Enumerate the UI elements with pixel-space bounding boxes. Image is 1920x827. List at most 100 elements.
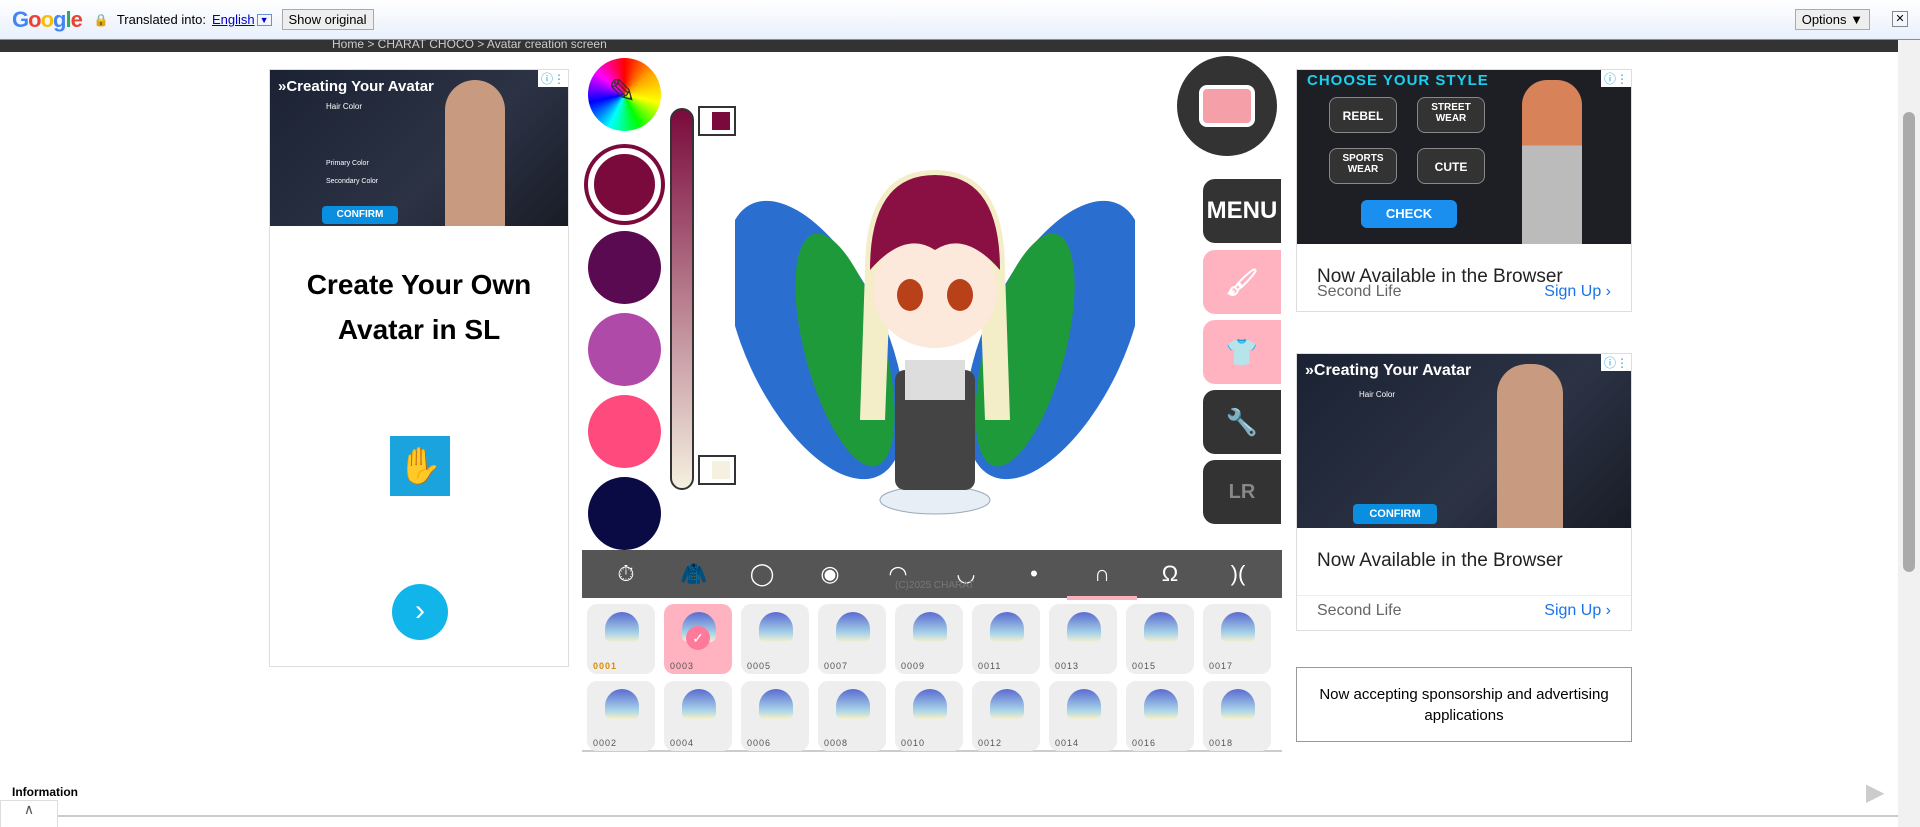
hair-item[interactable]: 0007 (818, 604, 886, 674)
hair-item[interactable]: 0010 (895, 681, 963, 751)
hair-item[interactable]: 0012 (972, 681, 1040, 751)
ad-hair-color: Hair Color (1359, 390, 1396, 399)
hair-item[interactable]: 0016 (1126, 681, 1194, 751)
ad-info-icon[interactable]: ⓘ⋮ (537, 70, 568, 87)
slider-handle-top[interactable] (698, 106, 736, 136)
hair-item[interactable]: 0014 (1049, 681, 1117, 751)
ad-info-icon[interactable]: ⓘ⋮ (1600, 70, 1631, 87)
color-swatch[interactable] (588, 477, 661, 550)
eyedropper-color-wheel-icon[interactable]: ✎ (588, 58, 661, 131)
tab-ears[interactable]: )( (1218, 556, 1258, 592)
tab-face[interactable]: ◯ (742, 556, 782, 592)
ad-primary-color: Primary Color (326, 160, 369, 167)
hair-item[interactable]: 0013 (1049, 604, 1117, 674)
left-ad[interactable]: »Creating Your Avatar Hair Color Primary… (269, 69, 569, 667)
ad-headline: Now Available in the Browser (1297, 528, 1631, 596)
hair-item[interactable]: 0001 (587, 604, 655, 674)
collapse-up-button[interactable]: ∧ (0, 800, 58, 827)
outfit-button[interactable]: 👕 (1203, 320, 1281, 384)
hair-item-id: 0006 (747, 738, 772, 748)
hair-thumbnail (1144, 612, 1178, 642)
style-option[interactable]: REBEL (1329, 97, 1397, 133)
scrollbar[interactable] (1898, 40, 1920, 827)
right-ad-1[interactable]: CHOOSE YOUR STYLE REBEL STREET WEAR SPOR… (1296, 69, 1632, 312)
hair-item-grid: 0001 ✓ 0003 0005 0007 0009 0011 0013 0015 0017 000… (582, 600, 1282, 752)
hair-item[interactable]: 0015 (1126, 604, 1194, 674)
slider-handle-bottom[interactable] (698, 455, 736, 485)
ad-banner[interactable]: »Creating Your Avatar Hair Color CONFIRM… (1297, 354, 1631, 528)
hair-thumbnail (1144, 689, 1178, 719)
ad-confirm-button[interactable]: CONFIRM (322, 206, 398, 224)
ad-banner[interactable]: »Creating Your Avatar Hair Color Primary… (270, 70, 568, 226)
hair-thumbnail (1221, 689, 1255, 719)
hair-item-id: 0018 (1209, 738, 1234, 748)
hair-thumbnail (605, 689, 639, 719)
information-label: Information (12, 785, 78, 799)
hair-item[interactable]: 0006 (741, 681, 809, 751)
lr-icon: LR (1228, 480, 1256, 503)
tab-accessory[interactable]: ⏱ (606, 556, 646, 592)
camera-icon (1199, 85, 1255, 127)
hair-thumbnail (990, 689, 1024, 719)
ad-confirm-button[interactable]: CONFIRM (1353, 504, 1437, 524)
google-logo: Google (12, 6, 83, 32)
lock-icon: 🔒 (93, 12, 109, 27)
tab-nose[interactable]: • (1014, 556, 1054, 592)
tab-back-hair[interactable]: Ω (1150, 556, 1190, 592)
language-dropdown-icon[interactable]: ▼ (256, 13, 272, 26)
hair-item[interactable]: 0018 (1203, 681, 1271, 751)
right-ad-2[interactable]: »Creating Your Avatar Hair Color CONFIRM… (1296, 353, 1632, 631)
tab-hair[interactable]: ∩ (1067, 556, 1137, 600)
hair-item[interactable]: 0017 (1203, 604, 1271, 674)
translated-label: Translated into: (116, 12, 206, 27)
flip-lr-button[interactable]: LR (1203, 460, 1281, 524)
show-original-button[interactable]: Show original (281, 9, 374, 30)
tab-outfit[interactable]: 🧥 (674, 556, 714, 592)
ad-next-button[interactable]: › (392, 584, 448, 640)
hair-item[interactable]: ✓ 0003 (664, 604, 732, 674)
style-option[interactable]: STREET WEAR (1417, 97, 1485, 133)
color-swatch[interactable] (588, 395, 661, 468)
style-option[interactable]: SPORTS WEAR (1329, 148, 1397, 184)
language-link[interactable]: English (212, 12, 255, 27)
hair-item[interactable]: 0005 (741, 604, 809, 674)
tab-eyes[interactable]: ◉ (810, 556, 850, 592)
color-swatch-selected[interactable] (588, 148, 661, 221)
divider (58, 815, 1898, 817)
hair-item[interactable]: 0011 (972, 604, 1040, 674)
color-gradient-slider[interactable] (670, 108, 694, 490)
color-swatch[interactable] (588, 231, 661, 304)
hair-item[interactable]: 0002 (587, 681, 655, 751)
ad-title: CHOOSE YOUR STYLE (1307, 72, 1489, 89)
ad-signup-link[interactable]: Sign Up › (1544, 283, 1611, 301)
options-button[interactable]: Options ▼ (1794, 9, 1870, 30)
hair-item-id: 0003 (670, 661, 695, 671)
avatar-preview (735, 170, 1135, 515)
ad-brand: Second Life (1317, 283, 1402, 300)
ad-signup-link[interactable]: Sign Up › (1544, 602, 1611, 620)
scrollbar-thumb[interactable] (1903, 112, 1915, 572)
menu-button[interactable]: MENU (1203, 179, 1281, 243)
style-option[interactable]: CUTE (1417, 148, 1485, 184)
hair-thumbnail (682, 689, 716, 719)
ad-banner-title: »Creating Your Avatar (278, 78, 434, 95)
hair-thumbnail (1067, 612, 1101, 642)
ad-check-button[interactable]: CHECK (1361, 200, 1457, 228)
ad-model-image (445, 80, 505, 226)
ad-banner[interactable]: CHOOSE YOUR STYLE REBEL STREET WEAR SPOR… (1297, 70, 1631, 244)
hair-item[interactable]: 0008 (818, 681, 886, 751)
sponsorship-notice[interactable]: Now accepting sponsorship and advertisin… (1296, 667, 1632, 742)
settings-button[interactable]: 🔧 (1203, 390, 1281, 454)
hair-item-id: 0012 (978, 738, 1003, 748)
color-swatch[interactable] (588, 313, 661, 386)
camera-button[interactable] (1177, 56, 1277, 156)
next-arrow-icon[interactable]: ▶ (1866, 778, 1884, 807)
hair-item[interactable]: 0004 (664, 681, 732, 751)
ad-info-icon[interactable]: ⓘ⋮ (1600, 354, 1631, 371)
paint-brush-button[interactable]: 🖌 (1203, 250, 1281, 314)
ad-secondary-color: Secondary Color (326, 178, 379, 185)
hair-item[interactable]: 0009 (895, 604, 963, 674)
close-icon[interactable]: ✕ (1892, 11, 1908, 27)
hair-thumbnail (1221, 612, 1255, 642)
signup-label: Sign Up (1544, 602, 1602, 619)
